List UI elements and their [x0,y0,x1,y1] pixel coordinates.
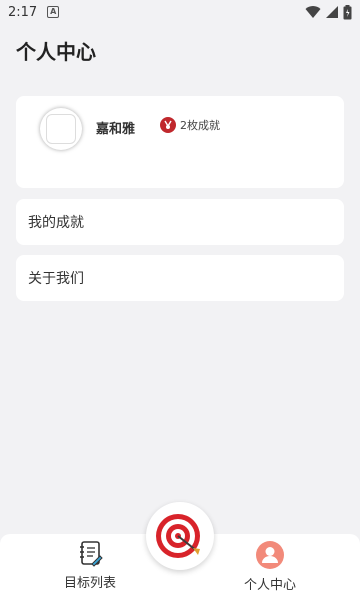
nav-goal-list-label: 目标列表 [63,576,116,591]
about-us-item[interactable]: 关于我们 [16,255,344,301]
achievement-badge[interactable]: 2枚成就 [160,117,220,133]
status-bar: 2:17 A [0,0,360,24]
nav-profile-label: 个人中心 [243,578,296,593]
my-achievements-label: 我的成就 [28,215,84,231]
avatar-image [46,114,76,144]
status-time: 2:17 [8,4,38,20]
profile-card[interactable]: 嘉和雅 2枚成就 [16,96,344,188]
target-icon [156,514,200,558]
badge-text: 2枚成就 [180,119,220,132]
page-title: 个人中心 [16,40,96,64]
username: 嘉和雅 [96,122,136,137]
notification-a-icon: A [47,6,60,18]
wifi-icon [305,6,321,19]
nav-goal-list[interactable]: 目标列表 [40,540,140,591]
avatar[interactable] [40,108,82,150]
status-icons [305,4,352,20]
notebook-icon [80,541,103,567]
center-target-button[interactable] [146,502,214,570]
medal-icon [160,117,176,133]
signal-icon [326,6,338,18]
about-us-label: 关于我们 [28,271,84,287]
screen: 2:17 A 个人中心 嘉和雅 2枚成就 我的成就 关于我们 目标列表 个人中心 [0,0,360,600]
battery-icon [343,4,352,19]
profile-icon [256,541,284,569]
nav-profile[interactable]: 个人中心 [220,540,320,593]
my-achievements-item[interactable]: 我的成就 [16,199,344,245]
